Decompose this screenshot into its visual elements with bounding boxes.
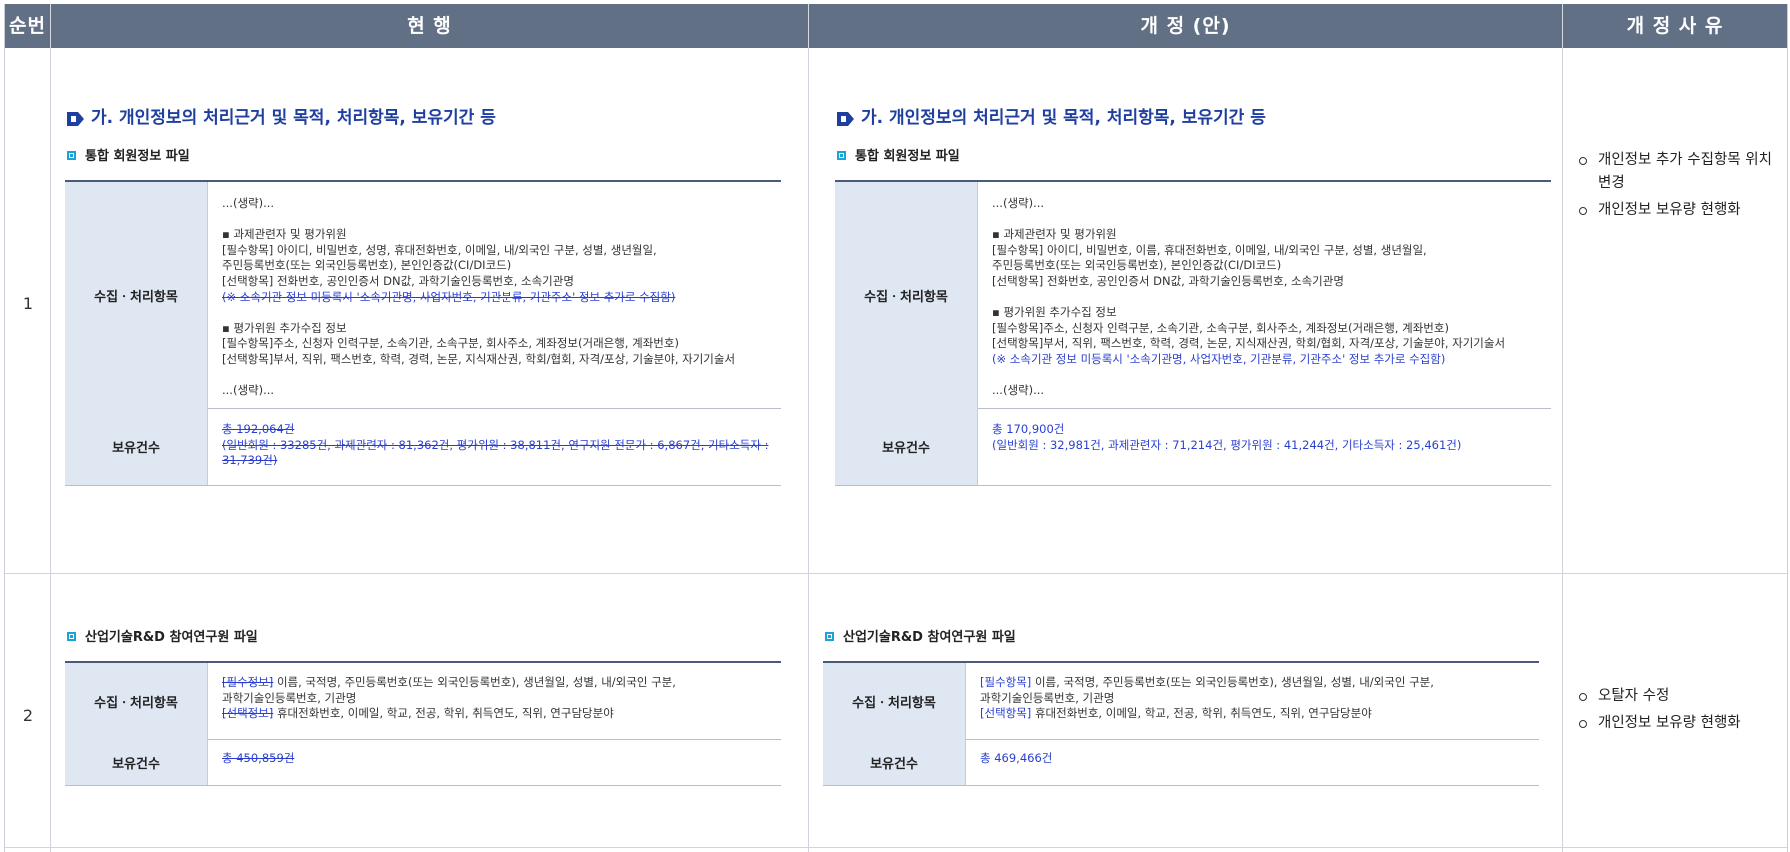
arrow-tag-icon bbox=[837, 111, 855, 131]
collect-label: 수집ㆍ처리항목 bbox=[65, 182, 208, 408]
header-current: 현 행 bbox=[51, 4, 809, 48]
retention-content: 총 170,900건 (일반회원 : 32,981건, 과제관련자 : 71,2… bbox=[992, 422, 1462, 452]
revision-comparison-table: 순번 현 행 개 정 (안) 개 정 사 유 1 가. 개인정보의 처리근거 및… bbox=[4, 4, 1788, 852]
section-title: 가. 개인정보의 처리근거 및 목적, 처리항목, 보유기간 등 bbox=[837, 103, 1266, 131]
retention-row: 보유건수 총 450,859건 bbox=[65, 739, 781, 786]
revision-reasons: 개인정보 추가 수집항목 위치변경 개인정보 보유량 현행화 bbox=[1577, 149, 1777, 226]
deleted-text: [선택정보] bbox=[222, 706, 274, 721]
row-number: 2 bbox=[22, 706, 34, 725]
added-text: [선택항목] bbox=[980, 706, 1032, 721]
section-title: 가. 개인정보의 처리근거 및 목적, 처리항목, 보유기간 등 bbox=[67, 103, 496, 131]
reason-item: 개인정보 추가 수집항목 위치변경 bbox=[1577, 149, 1777, 195]
file-subtitle: 산업기술R&D 참여연구원 파일 bbox=[67, 626, 258, 645]
row-divider bbox=[5, 847, 1787, 848]
bullet-square-icon bbox=[825, 632, 834, 641]
column-divider bbox=[808, 48, 809, 852]
current-info-table: 수집ㆍ처리항목 ...(생략)... ▪ 과제관련자 및 평가위원 [필수항목]… bbox=[65, 180, 781, 491]
header-no: 순번 bbox=[5, 4, 51, 48]
collect-label: 수집ㆍ처리항목 bbox=[823, 663, 966, 739]
collect-row: 수집ㆍ처리항목 [필수정보] 이름, 국적명, 주민등록번호(또는 외국인등록번… bbox=[65, 663, 781, 740]
retention-row: 보유건수 총 469,466건 bbox=[823, 739, 1539, 786]
header-revised: 개 정 (안) bbox=[809, 4, 1563, 48]
retention-label: 보유건수 bbox=[65, 408, 208, 485]
bullet-square-icon bbox=[67, 632, 76, 641]
file-subtitle: 통합 회원정보 파일 bbox=[837, 145, 960, 164]
retention-label: 보유건수 bbox=[835, 408, 978, 485]
retention-row: 보유건수 총 170,900건 (일반회원 : 32,981건, 과제관련자 :… bbox=[835, 408, 1551, 486]
reason-item: 개인정보 보유량 현행화 bbox=[1577, 712, 1777, 735]
retention-label: 보유건수 bbox=[823, 739, 966, 785]
retention-content: 총 192,064건 (일반회원 : 33285건, 과제관련자 : 81,36… bbox=[222, 422, 769, 468]
collect-row: 수집ㆍ처리항목 [필수항목] 이름, 국적명, 주민등록번호(또는 외국인등록번… bbox=[823, 663, 1539, 740]
revised-info-table: 수집ㆍ처리항목 [필수항목] 이름, 국적명, 주민등록번호(또는 외국인등록번… bbox=[823, 661, 1539, 787]
revision-reasons: 오탈자 수정 개인정보 보유량 현행화 bbox=[1577, 685, 1777, 739]
header-reason: 개 정 사 유 bbox=[1626, 15, 1724, 37]
collect-label: 수집ㆍ처리항목 bbox=[835, 182, 978, 408]
added-text: [필수항목] bbox=[980, 675, 1032, 689]
bullet-square-icon bbox=[837, 151, 846, 160]
retention-label: 보유건수 bbox=[65, 739, 208, 785]
retention-content: 총 450,859건 bbox=[222, 751, 295, 765]
row-divider bbox=[5, 573, 1787, 574]
collect-row: 수집ㆍ처리항목 ...(생략)... ▪ 과제관련자 및 평가위원 [필수항목]… bbox=[835, 182, 1551, 409]
file-subtitle: 산업기술R&D 참여연구원 파일 bbox=[825, 626, 1016, 645]
retention-content: 총 469,466건 bbox=[980, 751, 1053, 765]
column-divider bbox=[1562, 48, 1563, 852]
current-info-table: 수집ㆍ처리항목 [필수정보] 이름, 국적명, 주민등록번호(또는 외국인등록번… bbox=[65, 661, 781, 787]
collect-row: 수집ㆍ처리항목 ...(생략)... ▪ 과제관련자 및 평가위원 [필수항목]… bbox=[65, 182, 781, 409]
collect-label: 수집ㆍ처리항목 bbox=[65, 663, 208, 739]
retention-row: 보유건수 총 192,064건 (일반회원 : 33285건, 과제관련자 : … bbox=[65, 408, 781, 486]
arrow-tag-icon bbox=[67, 111, 85, 131]
collect-content: ...(생략)... ▪ 과제관련자 및 평가위원 [필수항목] 아이디, 비밀… bbox=[222, 196, 777, 399]
collect-content: ...(생략)... ▪ 과제관련자 및 평가위원 [필수항목] 아이디, 비밀… bbox=[992, 196, 1547, 399]
file-subtitle: 통합 회원정보 파일 bbox=[67, 145, 190, 164]
column-divider bbox=[50, 48, 51, 852]
bullet-square-icon bbox=[67, 151, 76, 160]
added-text: (※ 소속기관 정보 미등록시 '소속기관명, 사업자번호, 기관분류, 기관주… bbox=[992, 351, 1446, 366]
reason-item: 오탈자 수정 bbox=[1577, 685, 1777, 708]
deleted-text: (※ 소속기관 정보 미등록시 '소속기관명, 사업자번호, 기관분류, 기관주… bbox=[222, 289, 676, 304]
collect-content: [필수정보] 이름, 국적명, 주민등록번호(또는 외국인등록번호), 생년월일… bbox=[222, 675, 676, 721]
reason-item: 개인정보 보유량 현행화 bbox=[1577, 199, 1777, 222]
deleted-text: [필수정보] bbox=[222, 675, 274, 689]
table-header: 순번 현 행 개 정 (안) 개 정 사 유 bbox=[5, 4, 1787, 48]
row-number: 1 bbox=[22, 294, 34, 313]
collect-content: [필수항목] 이름, 국적명, 주민등록번호(또는 외국인등록번호), 생년월일… bbox=[980, 675, 1434, 721]
revised-info-table: 수집ㆍ처리항목 ...(생략)... ▪ 과제관련자 및 평가위원 [필수항목]… bbox=[835, 180, 1551, 491]
